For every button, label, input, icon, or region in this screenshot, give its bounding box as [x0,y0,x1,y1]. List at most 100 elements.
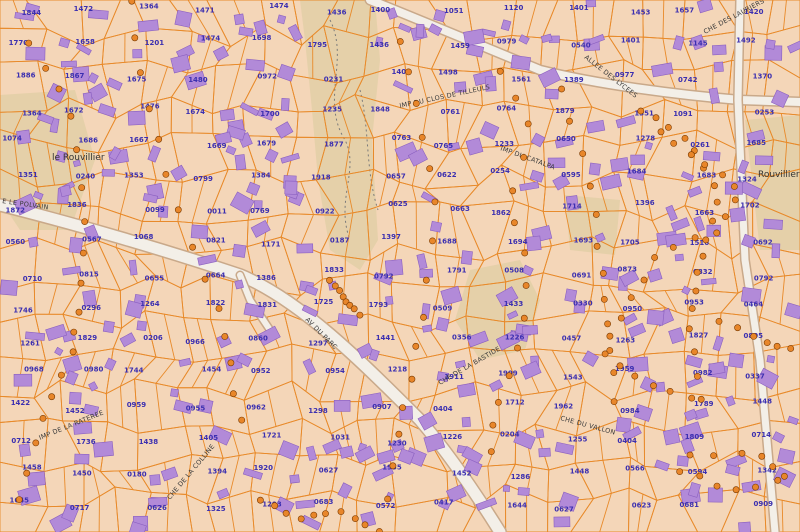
survey-point[interactable] [70,328,78,336]
survey-point[interactable] [162,170,170,178]
survey-point[interactable] [610,369,618,376]
survey-point[interactable] [592,211,600,218]
survey-point[interactable] [688,394,696,402]
survey-point[interactable] [696,472,704,480]
survey-point[interactable] [520,153,528,161]
survey-point[interactable] [610,398,618,405]
survey-point[interactable] [681,134,689,142]
survey-point[interactable] [601,350,609,358]
survey-point[interactable] [524,120,532,128]
survey-point[interactable] [713,229,721,237]
survey-point[interactable] [693,268,701,276]
survey-point[interactable] [691,348,698,356]
survey-point[interactable] [669,243,677,251]
survey-point[interactable] [685,325,693,333]
survey-point[interactable] [229,390,237,398]
survey-point[interactable] [750,332,758,340]
survey-point[interactable] [131,34,139,42]
survey-point[interactable] [429,237,436,245]
survey-point[interactable] [426,165,434,172]
survey-point[interactable] [691,234,699,241]
survey-point[interactable] [710,452,717,459]
survey-point[interactable] [697,395,705,403]
survey-point[interactable] [586,182,594,190]
survey-point[interactable] [73,146,80,154]
survey-point[interactable] [701,161,709,168]
survey-point[interactable] [773,342,781,350]
survey-point[interactable] [650,382,657,390]
survey-point[interactable] [396,38,404,45]
survey-point[interactable] [686,451,694,459]
survey-point[interactable] [657,128,665,136]
survey-point[interactable] [604,320,611,328]
survey-point[interactable] [676,468,684,475]
survey-point[interactable] [15,496,23,503]
survey-point[interactable] [356,311,364,319]
survey-point[interactable] [713,198,721,206]
survey-point[interactable] [752,483,759,491]
survey-point[interactable] [23,469,31,477]
cadastral-map[interactable]: 1844 1472 1364 1471 1474 1436 1400 1051 1120 1401… [0,0,800,532]
survey-point[interactable] [81,218,89,225]
survey-point[interactable] [420,313,427,321]
survey-point[interactable] [522,282,530,289]
survey-point[interactable] [599,269,607,277]
survey-point[interactable] [520,314,528,322]
survey-point[interactable] [155,135,163,143]
survey-point[interactable] [399,404,406,411]
survey-point[interactable] [731,183,738,190]
survey-point[interactable] [505,372,513,380]
survey-point[interactable] [732,486,740,494]
survey-point[interactable] [412,342,420,350]
survey-point[interactable] [282,509,290,517]
survey-point[interactable] [408,375,416,383]
survey-point[interactable] [297,515,305,523]
survey-point[interactable] [69,348,77,356]
survey-point[interactable] [692,287,700,295]
survey-point[interactable] [670,139,678,147]
survey-point[interactable] [719,171,726,179]
survey-point[interactable] [687,151,695,159]
survey-point[interactable] [758,452,766,460]
survey-point[interactable] [651,254,658,261]
survey-point[interactable] [627,294,635,301]
survey-point[interactable] [566,117,573,125]
survey-point[interactable] [25,39,33,47]
survey-point[interactable] [521,249,529,257]
survey-point[interactable] [781,472,788,480]
survey-point[interactable] [665,124,672,131]
survey-point[interactable] [77,279,85,287]
survey-point[interactable] [738,449,746,457]
survey-point[interactable] [78,184,86,191]
survey-point[interactable] [75,308,83,316]
survey-point[interactable] [631,372,639,380]
survey-point[interactable] [496,67,504,75]
survey-point[interactable] [734,324,741,332]
survey-point[interactable] [361,521,369,529]
survey-point[interactable] [511,219,518,227]
survey-point[interactable] [702,236,710,244]
survey-point[interactable] [145,105,153,113]
survey-point[interactable] [509,187,517,195]
survey-point[interactable] [389,462,397,470]
survey-point[interactable] [593,242,601,250]
survey-point[interactable] [666,387,674,395]
survey-point[interactable] [128,0,136,5]
survey-point[interactable] [174,206,182,214]
survey-point[interactable] [711,182,718,190]
survey-point[interactable] [422,276,430,284]
survey-point[interactable] [55,85,63,93]
survey-point[interactable] [494,398,502,406]
survey-point[interactable] [384,495,391,503]
survey-point[interactable] [412,100,420,107]
survey-point[interactable] [32,439,40,447]
survey-point[interactable] [256,496,264,504]
survey-point[interactable] [201,275,209,283]
survey-point[interactable] [787,345,795,352]
survey-point[interactable] [310,511,318,519]
survey-point[interactable] [688,305,696,312]
survey-point[interactable] [39,414,47,422]
survey-point[interactable] [376,528,383,532]
survey-point[interactable] [395,430,403,438]
survey-point[interactable] [713,482,721,490]
